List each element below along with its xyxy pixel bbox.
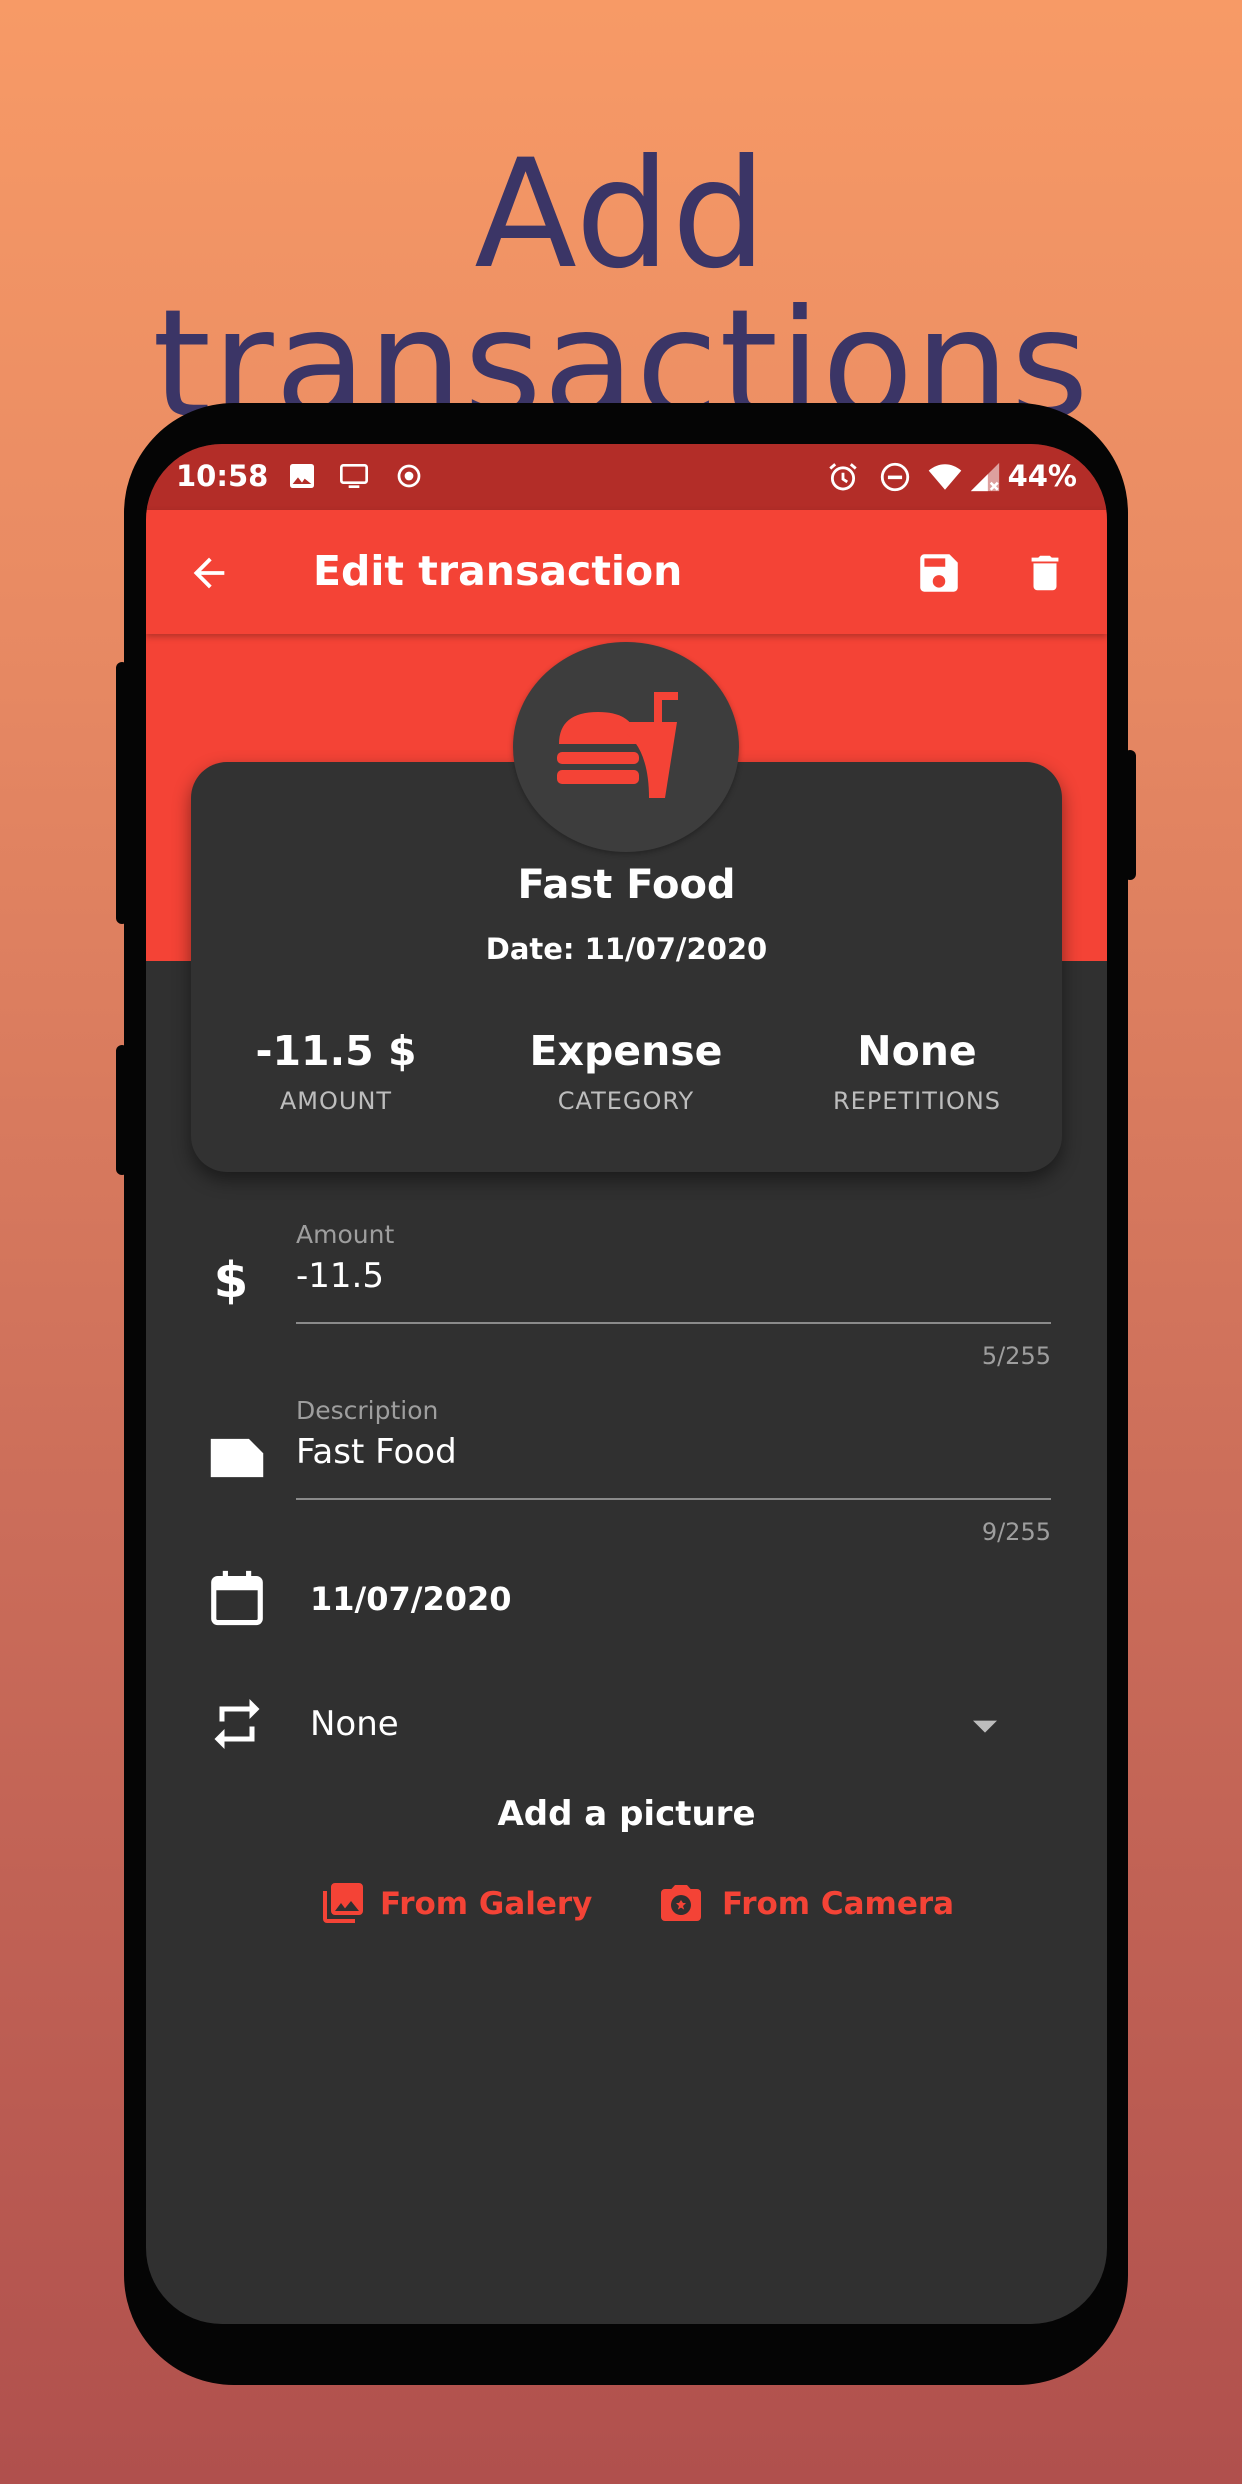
dropdown-arrow-icon[interactable] [969,1716,1001,1736]
phone-screen: 10:58 44% Edit transaction Fast Food Dat… [146,444,1107,2324]
back-arrow-icon[interactable] [186,550,232,596]
amount-field-label: Amount [296,1220,395,1249]
description-underline [296,1498,1051,1500]
wifi-icon [928,464,962,490]
description-input[interactable]: Fast Food [296,1432,457,1472]
add-picture-title: Add a picture [497,1794,756,1834]
dnd-icon [880,462,910,492]
from-gallery-label: From Galery [380,1886,593,1922]
status-bar: 10:58 44% [146,444,1107,510]
stat-amount-label: AMOUNT [279,1087,393,1115]
repetition-value: None [310,1704,399,1744]
stat-repetitions-value: None [857,1027,977,1075]
delete-icon[interactable] [1022,548,1068,598]
cast-icon [340,464,368,488]
description-counter: 9/255 [981,1518,1051,1546]
stat-category: Expense CATEGORY [481,1027,771,1115]
alarm-icon [829,463,857,491]
stat-repetitions: None REPETITIONS [772,1027,1062,1115]
status-time: 10:58 [176,459,269,493]
repeat-icon [214,1699,260,1749]
date-picker[interactable]: 11/07/2020 [310,1580,512,1618]
amount-counter: 5/255 [981,1342,1051,1370]
image-icon [290,464,314,488]
stat-repetitions-label: REPETITIONS [832,1087,1002,1115]
amount-input[interactable]: -11.5 [296,1256,384,1296]
transaction-date: Date: 11/07/2020 [485,932,768,966]
save-icon[interactable] [914,548,964,598]
from-camera-label: From Camera [722,1886,955,1922]
amount-underline [296,1322,1051,1324]
label-icon [210,1438,264,1478]
transaction-name: Fast Food [517,862,736,908]
description-field-label: Description [296,1396,439,1425]
stat-amount-value: -11.5 $ [255,1027,417,1075]
camera-icon [661,1885,701,1921]
from-gallery-button[interactable]: From Galery [318,1874,592,1934]
fast-food-icon [557,692,678,798]
category-avatar [513,642,739,852]
gallery-icon [323,1883,363,1923]
svg-text:$: $ [214,1251,249,1309]
from-camera-button[interactable]: From Camera [656,1874,956,1934]
stat-category-value: Expense [529,1027,723,1075]
battery-percentage: 44% [1007,459,1077,493]
record-icon [397,464,421,488]
calendar-icon [211,1570,263,1626]
dollar-icon: $ [214,1251,249,1309]
app-bar: Edit transaction [146,510,1107,634]
stat-amount: -11.5 $ AMOUNT [191,1027,481,1115]
page-title: Edit transaction [313,547,683,595]
stat-category-label: CATEGORY [557,1087,695,1115]
signal-icon [970,462,1000,492]
headline: Add transactions [152,128,1090,452]
